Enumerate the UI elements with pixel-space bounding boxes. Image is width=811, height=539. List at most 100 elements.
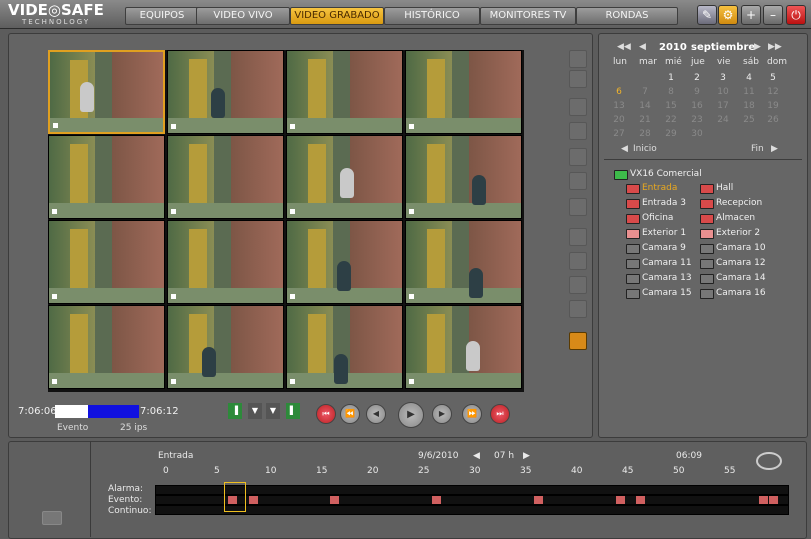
camera-tile[interactable] xyxy=(405,305,522,389)
tab-monitores-tv[interactable]: MONITORES TV xyxy=(480,7,576,25)
calendar-day[interactable]: 3 xyxy=(715,73,731,83)
calendar-day[interactable]: 4 xyxy=(741,73,757,83)
playback-progress[interactable] xyxy=(55,405,139,418)
side-button-6[interactable] xyxy=(569,172,587,190)
camera-tile[interactable] xyxy=(167,135,284,219)
event-marker[interactable] xyxy=(615,496,625,504)
layout-9-icon[interactable] xyxy=(569,276,587,294)
fast-forward-icon[interactable]: ⏩ xyxy=(462,404,482,424)
camera-tile[interactable] xyxy=(167,50,284,134)
tab-video-grabado[interactable]: VIDEO GRABADO xyxy=(290,7,384,25)
calendar-day[interactable]: 27 xyxy=(611,129,627,139)
calendar-day[interactable]: 6 xyxy=(611,87,627,97)
calendar-day[interactable]: 9 xyxy=(689,87,705,97)
calendar-day[interactable]: 18 xyxy=(741,101,757,111)
layout-grid-icon[interactable] xyxy=(569,228,587,246)
prev-month-icon[interactable]: ◀ xyxy=(639,42,646,52)
event-marker[interactable] xyxy=(534,496,544,504)
event-marker[interactable] xyxy=(330,496,340,504)
power-icon[interactable]: ⏻ xyxy=(786,5,806,25)
calendar-day[interactable]: 21 xyxy=(637,115,653,125)
layout-active-icon[interactable] xyxy=(569,332,587,350)
camera-tile[interactable] xyxy=(48,305,165,389)
calendar-day[interactable]: 24 xyxy=(715,115,731,125)
calendar-day[interactable]: 10 xyxy=(715,87,731,97)
power-settings-icon[interactable]: ⚙ xyxy=(718,5,738,25)
step-back-icon[interactable]: ◀ xyxy=(366,404,386,424)
alarm-track[interactable] xyxy=(155,485,789,495)
mark-in-icon[interactable]: ▐ xyxy=(228,403,242,419)
camera-tile[interactable] xyxy=(286,220,403,304)
wand-icon[interactable]: ✎ xyxy=(697,5,717,25)
go-end-icon[interactable]: ⏭ xyxy=(490,404,510,424)
timeline-cursor[interactable] xyxy=(224,482,247,512)
event-marker[interactable] xyxy=(758,496,768,504)
next-month-icon[interactable]: ▶ xyxy=(754,42,761,52)
side-button-1[interactable] xyxy=(569,50,587,68)
side-button-5[interactable] xyxy=(569,148,587,166)
snapshot-icon[interactable]: ▼ xyxy=(266,403,280,419)
prev-year-icon[interactable]: ◀◀ xyxy=(617,42,631,52)
calendar-day[interactable]: 2 xyxy=(689,73,705,83)
start-label[interactable]: Inicio xyxy=(633,144,657,154)
layout-16-icon[interactable] xyxy=(569,300,587,318)
calendar-day[interactable]: 1 xyxy=(663,73,679,83)
go-start-icon[interactable]: ⏮ xyxy=(316,404,336,424)
camera-tile[interactable] xyxy=(48,50,165,134)
next-year-icon[interactable]: ▶▶ xyxy=(768,42,782,52)
end-label[interactable]: Fin xyxy=(751,144,764,154)
camera-tile[interactable] xyxy=(167,220,284,304)
camera-tile[interactable] xyxy=(405,220,522,304)
tab-equipos[interactable]: EQUIPOS xyxy=(125,7,199,25)
event-marker[interactable] xyxy=(636,496,646,504)
calendar-day[interactable]: 23 xyxy=(689,115,705,125)
camera-tile[interactable] xyxy=(48,220,165,304)
mark-out-icon[interactable]: ▌ xyxy=(286,403,300,419)
side-button-3[interactable] xyxy=(569,98,587,116)
calendar-day[interactable]: 19 xyxy=(765,101,781,111)
next-hour-icon[interactable]: ▶ xyxy=(523,451,530,461)
camera-tile[interactable] xyxy=(286,135,403,219)
camera-tile[interactable] xyxy=(167,305,284,389)
layout-4-icon[interactable] xyxy=(569,252,587,270)
calendar-day[interactable]: 7 xyxy=(637,87,653,97)
camera-tile[interactable] xyxy=(405,50,522,134)
calendar-day[interactable]: 13 xyxy=(611,101,627,111)
calendar-day[interactable]: 8 xyxy=(663,87,679,97)
calendar-day[interactable]: 5 xyxy=(765,73,781,83)
camera-tile[interactable] xyxy=(286,50,403,134)
rewind-icon[interactable]: ⏪ xyxy=(340,404,360,424)
end-arrow-icon[interactable]: ▶ xyxy=(771,144,778,154)
tab-rondas[interactable]: RONDAS xyxy=(576,7,678,25)
calendar-day[interactable]: 26 xyxy=(765,115,781,125)
calendar-day[interactable]: 25 xyxy=(741,115,757,125)
calendar-day[interactable]: 16 xyxy=(689,101,705,111)
zoom-icon[interactable] xyxy=(756,452,782,470)
prev-hour-icon[interactable]: ◀ xyxy=(473,451,480,461)
event-marker[interactable] xyxy=(432,496,442,504)
minimize-icon[interactable]: – xyxy=(763,5,783,25)
play-icon[interactable]: ▶ xyxy=(398,402,424,428)
calendar-day[interactable]: 28 xyxy=(637,129,653,139)
calendar-day[interactable]: 30 xyxy=(689,129,705,139)
camera-tile[interactable] xyxy=(405,135,522,219)
event-track[interactable] xyxy=(155,495,789,505)
calendar-day[interactable]: 20 xyxy=(611,115,627,125)
event-marker[interactable] xyxy=(768,496,778,504)
tab-historico[interactable]: HISTÓRICO xyxy=(384,7,480,25)
camera-icon[interactable] xyxy=(42,511,62,525)
tab-video-vivo[interactable]: VIDEO VIVO xyxy=(196,7,290,25)
calendar-day[interactable]: 29 xyxy=(663,129,679,139)
calendar-day[interactable]: 11 xyxy=(741,87,757,97)
side-button-4[interactable] xyxy=(569,122,587,140)
calendar-day[interactable]: 17 xyxy=(715,101,731,111)
camera-tile[interactable] xyxy=(286,305,403,389)
calendar-day[interactable]: 14 xyxy=(637,101,653,111)
calendar-day[interactable]: 12 xyxy=(765,87,781,97)
step-forward-icon[interactable]: ▶ xyxy=(432,404,452,424)
camera-tile[interactable] xyxy=(48,135,165,219)
plus-icon[interactable]: + xyxy=(741,5,761,25)
start-arrow-icon[interactable]: ◀ xyxy=(621,144,628,154)
side-button-7[interactable] xyxy=(569,198,587,216)
export-icon[interactable]: ▼ xyxy=(248,403,262,419)
